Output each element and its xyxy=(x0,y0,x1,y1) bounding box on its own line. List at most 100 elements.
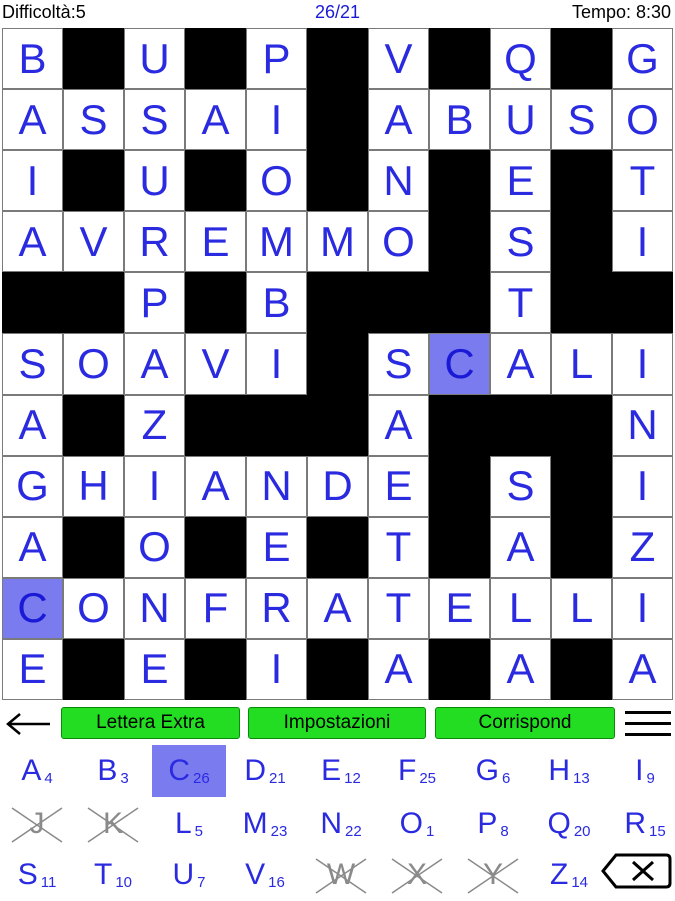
letter-key-a[interactable]: A4 xyxy=(0,745,74,797)
grid-cell[interactable]: N xyxy=(368,150,429,212)
letter-key-g[interactable]: G6 xyxy=(456,745,530,797)
grid-cell[interactable]: Q xyxy=(490,28,551,90)
grid-cell[interactable]: B xyxy=(429,89,490,151)
letter-key-z[interactable]: Z 14 xyxy=(532,849,606,901)
grid-cell[interactable]: T xyxy=(490,272,551,334)
grid-cell[interactable]: N xyxy=(612,394,673,456)
grid-cell[interactable]: Z xyxy=(612,516,673,578)
grid-cell[interactable]: U xyxy=(124,28,185,90)
grid-cell[interactable]: T xyxy=(368,516,429,578)
letter-key-b[interactable]: B3 xyxy=(76,745,150,797)
letter-key-l[interactable]: L5 xyxy=(152,798,226,850)
grid-cell[interactable]: M xyxy=(307,211,368,273)
grid-cell[interactable]: V xyxy=(368,28,429,90)
grid-cell[interactable]: R xyxy=(124,211,185,273)
letter-key-h[interactable]: H 13 xyxy=(532,745,606,797)
grid-cell[interactable]: T xyxy=(612,150,673,212)
grid-cell[interactable]: E xyxy=(2,638,63,700)
grid-cell[interactable]: R xyxy=(246,577,307,639)
grid-cell[interactable]: I xyxy=(246,89,307,151)
grid-cell[interactable]: Z xyxy=(124,394,185,456)
grid-cell[interactable]: I xyxy=(246,638,307,700)
grid-cell[interactable]: S xyxy=(490,211,551,273)
letter-key-s[interactable]: S 11 xyxy=(0,849,74,901)
grid-cell[interactable]: E xyxy=(429,577,490,639)
grid-cell[interactable]: I xyxy=(612,333,673,395)
grid-cell[interactable]: H xyxy=(63,455,124,517)
grid-cell[interactable]: G xyxy=(612,28,673,90)
grid-cell[interactable]: U xyxy=(124,150,185,212)
grid-cell[interactable]: A xyxy=(307,577,368,639)
grid-cell[interactable]: S xyxy=(368,333,429,395)
letter-key-o[interactable]: O1 xyxy=(380,798,454,850)
grid-cell[interactable]: O xyxy=(612,89,673,151)
grid-cell[interactable]: I xyxy=(612,577,673,639)
backspace-icon[interactable] xyxy=(600,849,672,893)
grid-cell[interactable]: L xyxy=(490,577,551,639)
grid-cell[interactable]: A xyxy=(185,89,246,151)
grid-cell[interactable]: A xyxy=(490,333,551,395)
grid-cell[interactable]: M xyxy=(246,211,307,273)
grid-cell[interactable]: I xyxy=(246,333,307,395)
grid-cell[interactable]: A xyxy=(124,333,185,395)
letter-key-f[interactable]: F 25 xyxy=(380,745,454,797)
grid-cell[interactable]: S xyxy=(2,333,63,395)
grid-cell[interactable]: S xyxy=(490,455,551,517)
grid-cell[interactable]: P xyxy=(124,272,185,334)
grid-cell[interactable]: E xyxy=(490,150,551,212)
grid-cell[interactable]: A xyxy=(612,638,673,700)
letter-key-v[interactable]: V 16 xyxy=(228,849,302,901)
grid-cell[interactable]: A xyxy=(490,516,551,578)
grid-cell[interactable]: D xyxy=(307,455,368,517)
settings-button[interactable]: Impostazioni xyxy=(248,707,426,739)
grid-cell[interactable]: A xyxy=(490,638,551,700)
arrow-left-icon[interactable] xyxy=(4,710,52,738)
extra-letter-button[interactable]: Lettera Extra xyxy=(61,707,240,739)
grid-cell[interactable]: P xyxy=(246,28,307,90)
grid-cell[interactable]: O xyxy=(246,150,307,212)
grid-cell[interactable]: A xyxy=(2,394,63,456)
grid-cell[interactable]: C xyxy=(429,333,490,395)
letter-key-p[interactable]: P8 xyxy=(456,798,530,850)
grid-cell[interactable]: L xyxy=(551,333,612,395)
grid-cell[interactable]: U xyxy=(490,89,551,151)
grid-cell[interactable]: O xyxy=(368,211,429,273)
grid-cell[interactable]: S xyxy=(551,89,612,151)
grid-cell[interactable]: G xyxy=(2,455,63,517)
grid-cell[interactable]: V xyxy=(63,211,124,273)
grid-cell[interactable]: E xyxy=(185,211,246,273)
letter-key-t[interactable]: T 10 xyxy=(76,849,150,901)
grid-cell[interactable]: A xyxy=(368,89,429,151)
grid-cell[interactable]: S xyxy=(63,89,124,151)
letter-key-q[interactable]: Q 20 xyxy=(532,798,606,850)
grid-cell[interactable]: N xyxy=(246,455,307,517)
letter-key-d[interactable]: D 21 xyxy=(228,745,302,797)
grid-cell[interactable]: T xyxy=(368,577,429,639)
grid-cell[interactable]: S xyxy=(124,89,185,151)
letter-key-i[interactable]: I9 xyxy=(608,745,675,797)
letter-key-r[interactable]: R 15 xyxy=(608,798,675,850)
grid-cell[interactable]: L xyxy=(551,577,612,639)
grid-cell[interactable]: O xyxy=(124,516,185,578)
grid-cell[interactable]: B xyxy=(2,28,63,90)
grid-cell[interactable]: E xyxy=(368,455,429,517)
grid-cell[interactable]: A xyxy=(2,516,63,578)
grid-cell[interactable]: O xyxy=(63,577,124,639)
grid-cell[interactable]: N xyxy=(124,577,185,639)
grid-cell[interactable]: I xyxy=(124,455,185,517)
letter-key-n[interactable]: N 22 xyxy=(304,798,378,850)
grid-cell[interactable]: A xyxy=(185,455,246,517)
grid-cell[interactable]: F xyxy=(185,577,246,639)
grid-cell[interactable]: B xyxy=(246,272,307,334)
grid-cell[interactable]: A xyxy=(2,211,63,273)
letter-key-u[interactable]: U7 xyxy=(152,849,226,901)
grid-cell[interactable]: V xyxy=(185,333,246,395)
letter-key-e[interactable]: E 12 xyxy=(304,745,378,797)
grid-cell[interactable]: I xyxy=(612,455,673,517)
grid-cell[interactable]: E xyxy=(246,516,307,578)
letter-key-c[interactable]: C 26 xyxy=(152,745,226,797)
grid-cell[interactable]: A xyxy=(368,394,429,456)
grid-cell[interactable]: O xyxy=(63,333,124,395)
grid-cell[interactable]: E xyxy=(124,638,185,700)
grid-cell[interactable]: C xyxy=(2,577,63,639)
